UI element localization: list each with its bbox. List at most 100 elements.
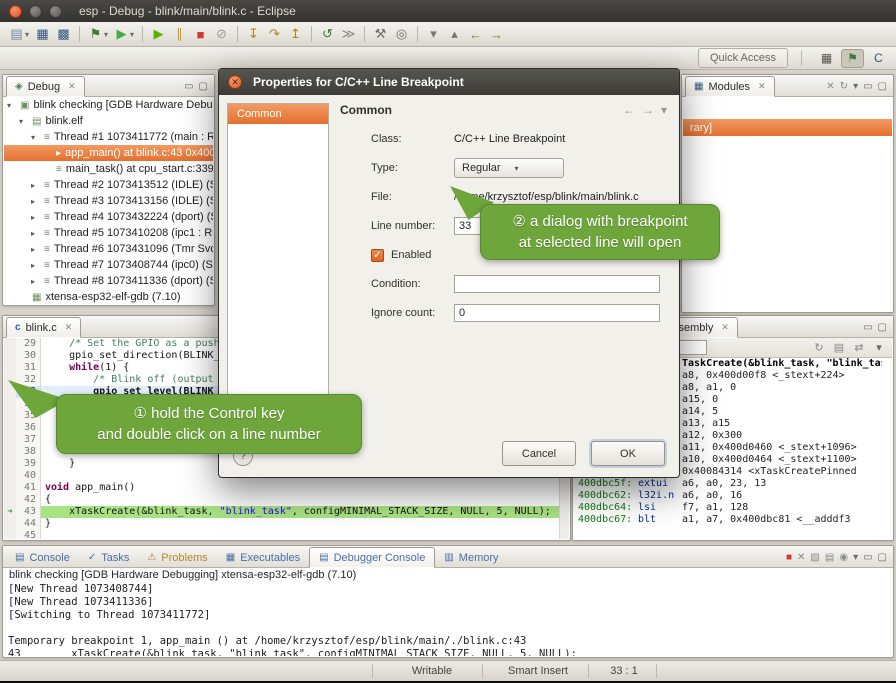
maximize-icon[interactable]: ▢: [878, 81, 887, 92]
debug-tree-item[interactable]: ▸ ≡ Thread #3 1073413156 (IDLE) (Susp: [4, 193, 213, 209]
expand-arrow-icon[interactable]: ▸: [31, 261, 40, 270]
expand-arrow-icon[interactable]: ▸: [31, 245, 40, 254]
terminate-icon[interactable]: ■: [786, 552, 792, 563]
close-icon[interactable]: ✕: [68, 81, 76, 92]
enabled-checkbox[interactable]: ✓: [371, 249, 384, 262]
tab-executables[interactable]: ▦ Executables: [217, 547, 309, 568]
maximize-icon[interactable]: ▢: [878, 552, 887, 563]
toolbar-icon[interactable]: [417, 26, 418, 42]
condition-input[interactable]: [454, 275, 660, 293]
debug-menu-icon[interactable]: ▾: [101, 25, 111, 44]
debug-tree-item[interactable]: ▸ ≡ Thread #4 1073432224 (dport) (Sus: [4, 209, 213, 225]
build-icon[interactable]: ⚒: [370, 25, 391, 44]
cpp-perspective-icon[interactable]: C: [867, 49, 890, 68]
toolbar-icon[interactable]: [364, 26, 365, 42]
expand-arrow-icon[interactable]: ▾: [19, 117, 28, 126]
minimize-icon[interactable]: ▭: [863, 322, 872, 333]
pin-console-icon[interactable]: ◉: [839, 552, 848, 563]
close-icon[interactable]: ✕: [65, 322, 73, 333]
next-annotation-icon[interactable]: ▾: [423, 25, 444, 44]
minimize-icon[interactable]: ▭: [863, 81, 872, 92]
dialog-close-button[interactable]: ✕: [228, 75, 242, 89]
tab-debugger-console[interactable]: ▤ Debugger Console: [309, 547, 435, 568]
type-dropdown[interactable]: Regular ▾: [454, 158, 564, 178]
tab-memory[interactable]: ▥ Memory: [435, 547, 507, 568]
ignore-count-input[interactable]: [454, 304, 660, 322]
line-number[interactable]: 41: [16, 482, 41, 494]
line-number[interactable]: 31: [16, 362, 41, 374]
minimize-icon[interactable]: ▭: [184, 81, 193, 92]
debug-perspective-icon[interactable]: ⚑: [841, 49, 864, 68]
window-minimize-button[interactable]: [29, 5, 42, 18]
minimize-icon[interactable]: ▭: [863, 552, 872, 563]
ok-button[interactable]: OK: [591, 441, 665, 466]
tab-modules[interactable]: ▦ Modules ✕: [685, 76, 775, 97]
new-menu-icon[interactable]: ▾: [22, 25, 32, 44]
view-menu-icon[interactable]: ▾: [853, 81, 858, 92]
line-number[interactable]: 29: [16, 338, 41, 350]
debug-tree-item[interactable]: ≡ main_task() at cpu_start.c:339 0x4: [4, 161, 213, 177]
show-source-icon[interactable]: ▤: [831, 341, 847, 354]
debug-tree-item[interactable]: ▾ ▣ blink checking [GDB Hardware Debug: [4, 97, 213, 113]
tab-problems[interactable]: ⚠ Problems: [138, 547, 216, 568]
forward-icon[interactable]: →: [486, 25, 507, 44]
view-menu-icon[interactable]: ▾: [661, 103, 667, 117]
expand-arrow-icon[interactable]: ▾: [31, 133, 40, 142]
back-icon[interactable]: ←: [623, 103, 635, 117]
clear-console-icon[interactable]: ▧: [810, 552, 819, 563]
tab-debug[interactable]: ◈ Debug ✕: [6, 76, 85, 97]
step-return-icon[interactable]: ↥: [285, 25, 306, 44]
status-cursor-position[interactable]: 33 : 1: [596, 665, 652, 677]
suspend-icon[interactable]: ∥: [169, 25, 190, 44]
line-number[interactable]: 38: [16, 446, 41, 458]
restart-icon[interactable]: ↺: [317, 25, 338, 44]
expand-arrow-icon[interactable]: ▾: [7, 101, 16, 110]
toolbar-icon[interactable]: [142, 26, 143, 42]
maximize-icon[interactable]: ▢: [878, 322, 887, 333]
remove-module-icon[interactable]: ✕: [826, 81, 834, 92]
expand-arrow-icon[interactable]: ▸: [31, 213, 40, 222]
debug-tree-item[interactable]: ▸ app_main() at blink.c:43 0x400dbc: [4, 145, 213, 161]
tab-blink-c[interactable]: c blink.c ✕: [6, 317, 81, 338]
open-console-menu-icon[interactable]: ▾: [853, 552, 858, 563]
debug-tree-item[interactable]: ▾ ▤ blink.elf: [4, 113, 213, 129]
line-number[interactable]: 42: [16, 494, 41, 506]
toolbar-icon[interactable]: [79, 26, 80, 42]
remove-launch-icon[interactable]: ✕: [797, 552, 805, 563]
window-maximize-button[interactable]: [49, 5, 62, 18]
debug-tree-item[interactable]: ▸ ≡ Thread #6 1073431096 (Tmr Svc) (S: [4, 241, 213, 257]
sync-selection-icon[interactable]: ⇄: [851, 341, 867, 354]
tab-tasks[interactable]: ✓ Tasks: [79, 547, 139, 568]
quick-access-button[interactable]: Quick Access: [698, 48, 788, 68]
dialog-sidebar-item[interactable]: Common: [228, 104, 328, 124]
close-icon[interactable]: ✕: [758, 81, 766, 92]
tab-console[interactable]: ▤ Console: [6, 547, 79, 568]
view-menu-icon[interactable]: ▾: [871, 341, 887, 354]
instruction-stepping-icon[interactable]: ≫: [338, 25, 359, 44]
close-icon[interactable]: ✕: [721, 322, 729, 333]
debug-tree-item[interactable]: ▾ ≡ Thread #1 1073411772 (main : Runn: [4, 129, 213, 145]
console-output[interactable]: [New Thread 1073408744][New Thread 10734…: [4, 583, 882, 656]
step-over-icon[interactable]: ↷: [264, 25, 285, 44]
expand-arrow-icon[interactable]: ▸: [31, 277, 40, 286]
maximize-icon[interactable]: ▢: [199, 81, 208, 92]
debug-tree-item[interactable]: ▸ ≡ Thread #7 1073408744 (ipc0) (Susp: [4, 257, 213, 273]
resume-icon[interactable]: ▶: [148, 25, 169, 44]
line-number[interactable]: 44: [16, 518, 41, 530]
refresh-icon[interactable]: ↻: [840, 81, 848, 92]
back-icon[interactable]: ←: [465, 25, 486, 44]
toolbar-icon[interactable]: [311, 26, 312, 42]
step-into-icon[interactable]: ↧: [243, 25, 264, 44]
save-all-icon[interactable]: ▩: [53, 25, 74, 44]
disconnect-icon[interactable]: ⊘: [211, 25, 232, 44]
debug-tree-item[interactable]: ▦ xtensa-esp32-elf-gdb (7.10): [4, 289, 213, 304]
save-icon[interactable]: ▦: [32, 25, 53, 44]
expand-arrow-icon[interactable]: ▸: [31, 197, 40, 206]
run-menu-icon[interactable]: ▾: [127, 25, 137, 44]
previous-annotation-icon[interactable]: ▴: [444, 25, 465, 44]
line-number[interactable]: 40: [16, 470, 41, 482]
search-icon[interactable]: ◎: [391, 25, 412, 44]
line-number[interactable]: 45: [16, 530, 41, 539]
line-number[interactable]: 36: [16, 422, 41, 434]
expand-arrow-icon[interactable]: ▸: [31, 229, 40, 238]
